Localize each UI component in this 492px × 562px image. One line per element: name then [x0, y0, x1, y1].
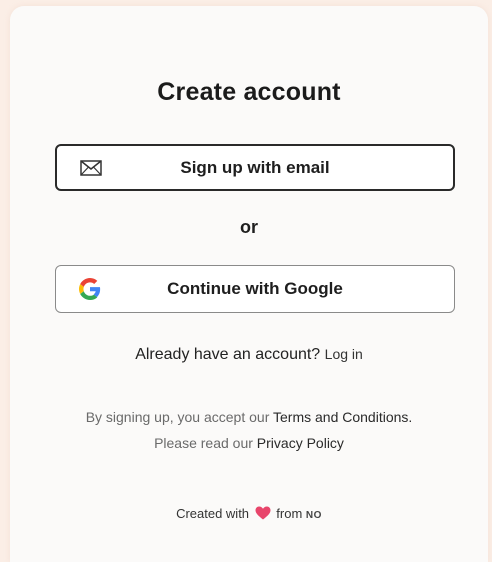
terms-prefix: By signing up, you accept our: [85, 409, 270, 425]
privacy-policy-link[interactable]: Privacy Policy: [257, 435, 344, 451]
page-title: Create account: [157, 78, 341, 106]
footer-prefix: Created with: [176, 506, 250, 521]
privacy-prefix: Please read our: [154, 435, 253, 451]
terms-notice: By signing up, you accept our Terms and …: [10, 404, 488, 456]
or-divider: or: [240, 217, 258, 237]
signup-card: Create account Sign up with email or Con…: [10, 6, 488, 562]
privacy-line: Please read our Privacy Policy: [10, 430, 488, 456]
heart-icon: [255, 506, 271, 523]
login-prompt-text: Already have an account?: [135, 346, 321, 363]
log-in-link[interactable]: Log in: [325, 346, 363, 362]
continue-with-google-label: Continue with Google: [167, 279, 343, 298]
footer-credit: Created with from NO: [10, 506, 488, 523]
continue-with-google-button[interactable]: Continue with Google: [55, 265, 455, 313]
brand-logo[interactable]: NO: [306, 510, 322, 521]
terms-and-conditions-link[interactable]: Terms and Conditions.: [273, 409, 412, 425]
sign-up-with-email-button[interactable]: Sign up with email: [55, 144, 455, 191]
sign-up-with-email-label: Sign up with email: [180, 157, 330, 177]
login-prompt: Already have an account? Log in: [10, 346, 488, 364]
footer-suffix: from: [276, 506, 303, 521]
terms-line: By signing up, you accept our Terms and …: [10, 404, 488, 430]
